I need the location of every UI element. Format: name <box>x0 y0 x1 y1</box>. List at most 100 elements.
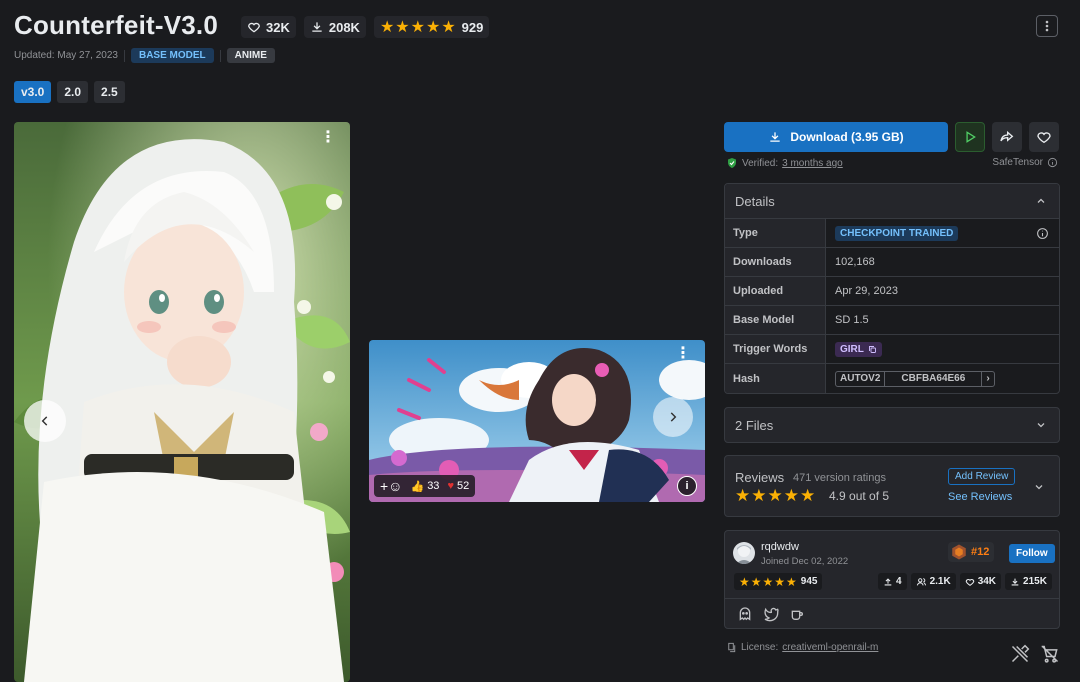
trigger-word-chip[interactable]: GIRL <box>835 341 882 357</box>
creator-name[interactable]: rqdwdw <box>761 541 799 553</box>
rating-stat[interactable]: ★★★★★ 929 <box>373 16 490 38</box>
coffee-icon[interactable] <box>789 606 805 622</box>
image-options-button[interactable]: ⋮ <box>675 346 691 362</box>
creator-likes-count: 34K <box>977 576 997 587</box>
share-icon <box>1000 130 1014 142</box>
details-header[interactable]: Details <box>725 184 1059 219</box>
creator-rank[interactable]: #12 <box>948 542 995 562</box>
download-icon <box>1011 578 1019 585</box>
heart-icon <box>248 22 260 33</box>
detail-value: Apr 29, 2023 <box>835 285 898 297</box>
kebab-icon <box>1045 20 1049 32</box>
license-link[interactable]: creativeml-openrail-m <box>782 642 878 653</box>
add-reaction-icon[interactable]: +☺ <box>380 478 402 494</box>
creator-downloads-stat: 215K <box>1005 573 1052 590</box>
run-button[interactable] <box>955 122 985 152</box>
cart-off-icon[interactable] <box>1040 644 1060 664</box>
creator-rating: ★★★★★ 945 <box>734 573 823 590</box>
download-icon <box>770 132 780 142</box>
chevron-up-icon <box>1037 198 1045 203</box>
twitter-icon[interactable] <box>763 606 779 622</box>
uploads-count: 4 <box>896 576 902 587</box>
download-icon <box>312 22 322 32</box>
model-stats: 32K 208K ★★★★★ 929 <box>241 16 490 38</box>
gallery-image-main[interactable]: ⋮ <box>14 122 350 682</box>
download-label: Download (3.95 GB) <box>790 130 904 144</box>
downloads-stat: 208K <box>303 16 366 38</box>
anime-girl-illustration <box>14 122 350 682</box>
detail-row-trigger-words: Trigger Words GIRL <box>725 335 1059 364</box>
previous-image-button[interactable] <box>24 400 66 442</box>
chevron-down-icon[interactable] <box>1033 481 1045 493</box>
favorite-button[interactable] <box>1029 122 1059 152</box>
detail-row-type: Type CHECKPOINT TRAINED <box>725 219 1059 248</box>
license-info: License: creativeml-openrail-m <box>726 642 878 653</box>
reviews-score: 4.9 out of 5 <box>829 489 890 503</box>
detail-row-uploaded: Uploaded Apr 29, 2023 <box>725 277 1059 306</box>
hash-value[interactable]: CBFBA64E66 <box>885 371 983 386</box>
avatar[interactable] <box>733 542 755 564</box>
chevron-right-icon <box>670 412 677 422</box>
like-reaction[interactable]: 👍 33 <box>410 480 439 493</box>
trigger-word: GIRL <box>840 343 864 355</box>
info-icon[interactable] <box>1047 157 1058 168</box>
upload-icon <box>884 577 892 585</box>
license-label: License: <box>741 642 779 653</box>
ghost-icon[interactable] <box>737 606 753 622</box>
detail-label: Uploaded <box>725 277 826 305</box>
info-icon[interactable] <box>1036 227 1049 240</box>
reviews-stars: ★★★★★ <box>735 486 817 505</box>
gallery-image-secondary[interactable]: ⋮ +☺ 👍 33 ♥ 52 i <box>369 340 705 502</box>
reaction-bar: +☺ 👍 33 ♥ 52 <box>374 475 476 497</box>
see-reviews-link[interactable]: See Reviews <box>948 491 1012 503</box>
users-icon <box>916 577 926 585</box>
hash-selector[interactable]: AUTOV2 CBFBA64E66 › <box>835 370 995 387</box>
file-format: SafeTensor <box>992 157 1058 168</box>
download-button[interactable]: Download (3.95 GB) <box>724 122 948 152</box>
reviews-count: 471 version ratings <box>793 472 886 484</box>
uploads-stat: 4 <box>878 573 907 590</box>
verified-label: Verified: <box>742 157 779 169</box>
version-tab-v3[interactable]: v3.0 <box>14 81 52 103</box>
heart-reaction[interactable]: ♥ 52 <box>447 480 469 492</box>
follow-button[interactable]: Follow <box>1009 544 1055 563</box>
creator-downloads-count: 215K <box>1023 576 1047 587</box>
share-button[interactable] <box>992 122 1022 152</box>
version-tab-2-0[interactable]: 2.0 <box>57 81 89 103</box>
model-meta: Updated: May 27, 2023 BASE MODEL ANIME <box>14 48 275 63</box>
chevron-right-icon[interactable]: › <box>982 372 993 386</box>
followers-count: 2.1K <box>929 576 951 587</box>
detail-row-base-model: Base Model SD 1.5 <box>725 306 1059 335</box>
tools-off-icon[interactable] <box>1010 644 1030 664</box>
files-accordion[interactable]: 2 Files <box>724 407 1060 443</box>
more-options-button[interactable] <box>1036 15 1058 37</box>
reviews-panel: Reviews 471 version ratings ★★★★★ 4.9 ou… <box>724 455 1060 517</box>
next-image-button[interactable] <box>653 397 693 437</box>
chevron-down-icon <box>1037 423 1045 428</box>
creator-rating-count: 945 <box>800 576 818 587</box>
details-panel: Details Type CHECKPOINT TRAINED Download… <box>724 183 1060 394</box>
anime-badge: ANIME <box>226 48 275 63</box>
image-info-button[interactable]: i <box>677 476 697 496</box>
detail-label: Base Model <box>725 306 826 334</box>
page-title: Counterfeit-V3.0 <box>14 10 219 40</box>
bottom-actions <box>1010 644 1060 664</box>
heart-icon <box>1037 132 1051 144</box>
hash-type[interactable]: AUTOV2 <box>836 371 886 386</box>
rank-badge-icon <box>952 544 966 560</box>
version-tab-2-5[interactable]: 2.5 <box>94 81 125 103</box>
verified-date-link[interactable]: 3 months ago <box>782 158 843 169</box>
image-options-button[interactable]: ⋮ <box>320 130 336 146</box>
red-heart-icon: ♥ <box>447 480 454 492</box>
reviews-heading: Reviews <box>735 470 785 485</box>
followers-stat: 2.1K <box>910 573 956 590</box>
detail-label: Hash <box>725 364 826 393</box>
shield-check-icon <box>728 158 736 168</box>
detail-row-downloads: Downloads 102,168 <box>725 248 1059 277</box>
heart-icon <box>965 578 974 586</box>
thumbs-up-icon: 👍 <box>410 480 425 493</box>
version-tabs: v3.0 2.0 2.5 <box>14 81 125 103</box>
add-review-button[interactable]: Add Review <box>948 468 1016 485</box>
heart-reaction-count: 52 <box>456 480 470 492</box>
creator-likes-stat: 34K <box>959 573 1002 590</box>
